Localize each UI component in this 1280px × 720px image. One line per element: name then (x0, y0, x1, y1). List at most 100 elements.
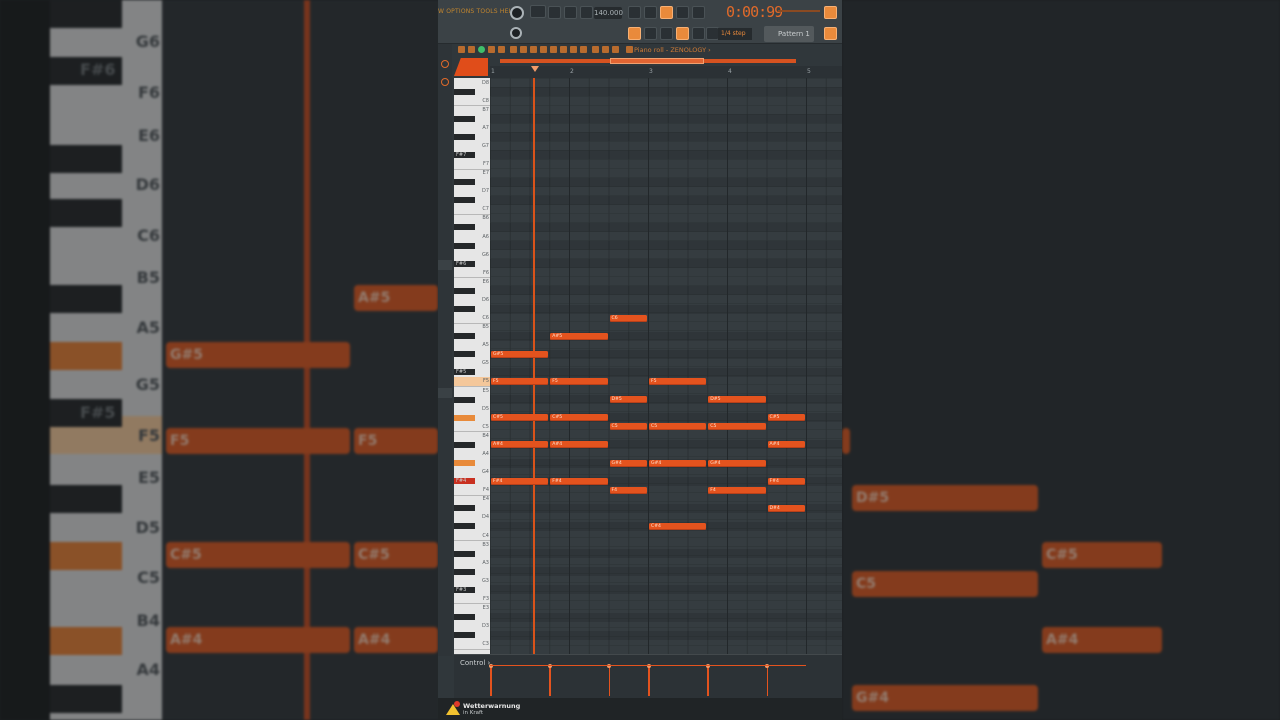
black-key[interactable] (454, 306, 475, 312)
black-key[interactable] (454, 550, 475, 557)
note[interactable]: C#5 (550, 414, 608, 422)
scale-icon[interactable] (612, 46, 619, 53)
note[interactable]: C6 (609, 314, 647, 322)
playlist-icon[interactable] (628, 27, 641, 40)
black-key[interactable] (454, 333, 475, 340)
brush-icon[interactable] (520, 46, 527, 53)
target-channel-corner[interactable] (454, 58, 488, 76)
playhead-marker[interactable] (531, 66, 539, 72)
countdown-icon[interactable] (660, 6, 673, 19)
menu-arrow-icon[interactable] (458, 46, 465, 53)
channel-rack-icon[interactable] (644, 27, 657, 40)
note[interactable]: D#5 (609, 396, 647, 404)
note[interactable]: A#4 (491, 441, 549, 449)
velocity-stem[interactable] (706, 664, 710, 696)
control-label[interactable]: Control › (460, 659, 490, 667)
browser-icon[interactable] (441, 60, 449, 68)
note[interactable]: F#4 (491, 477, 549, 485)
piano-roll-icon[interactable] (660, 27, 673, 40)
delete-icon[interactable] (530, 46, 537, 53)
note[interactable]: C5 (649, 423, 707, 431)
master-volume-knob[interactable] (510, 6, 524, 20)
monitor-icon[interactable] (824, 6, 837, 19)
black-key[interactable] (454, 396, 475, 403)
black-key[interactable] (454, 441, 475, 448)
plugin-picker-icon[interactable] (824, 27, 837, 40)
note[interactable]: F4 (708, 486, 766, 494)
wait-record-icon[interactable] (644, 6, 657, 19)
black-key[interactable] (454, 133, 475, 140)
note[interactable]: C5 (609, 423, 647, 431)
control-lane[interactable]: Control › (454, 654, 842, 698)
piano-keyboard[interactable]: D8 C8 B7 A7 G7 F7 E7 D7 C7 B6 A6 G6 F6 E6 D6 C6 B5 A5 G5 F5… (454, 78, 490, 654)
note[interactable]: G#4 (708, 459, 766, 467)
search-icon[interactable] (441, 78, 449, 86)
playback-icon[interactable] (580, 46, 587, 53)
master-pitch-knob[interactable] (510, 27, 522, 39)
piano-roll-title[interactable]: Piano roll - ZENOLOGY › (634, 46, 711, 54)
note[interactable]: F5 (550, 377, 608, 385)
velocity-stem[interactable] (488, 664, 492, 696)
slice-icon[interactable] (550, 46, 557, 53)
note[interactable]: A#4 (550, 441, 608, 449)
black-key[interactable] (454, 414, 475, 421)
menu-bar[interactable]: W OPTIONS TOOLS HELP (438, 8, 516, 15)
velocity-stem[interactable] (607, 664, 611, 696)
note[interactable]: D#5 (708, 396, 766, 404)
note[interactable]: C#5 (767, 414, 805, 422)
note[interactable]: A#4 (767, 441, 805, 449)
pattern-overview[interactable] (490, 56, 842, 66)
notification-subtitle[interactable]: in Kraft (463, 710, 483, 716)
select-icon[interactable] (560, 46, 567, 53)
magnet-icon[interactable] (478, 46, 485, 53)
black-key[interactable] (454, 632, 475, 639)
black-key[interactable] (454, 88, 475, 95)
notification-title[interactable]: Wetterwarnung (463, 702, 520, 710)
metronome-icon[interactable] (628, 6, 641, 19)
note[interactable]: F5 (649, 377, 707, 385)
note[interactable]: C#5 (491, 414, 549, 422)
black-key[interactable] (454, 568, 475, 575)
note[interactable]: A#5 (550, 332, 608, 340)
note[interactable]: F#4 (767, 477, 805, 485)
pattern-song-toggle[interactable] (530, 5, 546, 18)
stop-button[interactable] (564, 6, 577, 19)
tempo-display[interactable]: 140.000 (594, 7, 623, 19)
note[interactable]: G#4 (649, 459, 707, 467)
zoom-icon[interactable] (570, 46, 577, 53)
note[interactable]: F4 (609, 486, 647, 494)
black-key[interactable] (454, 351, 475, 358)
black-key[interactable] (454, 460, 475, 467)
note[interactable]: F#4 (550, 477, 608, 485)
overview-viewport[interactable] (610, 58, 704, 64)
mute-icon[interactable] (540, 46, 547, 53)
record-button[interactable] (580, 6, 593, 19)
black-key[interactable] (454, 197, 475, 204)
black-key[interactable] (454, 505, 475, 512)
note[interactable]: F5 (491, 377, 549, 385)
timeline-ruler[interactable]: 1 2 3 4 5 (490, 66, 842, 78)
note[interactable]: D#4 (767, 504, 805, 512)
note-grid[interactable]: C6 A#5 G#5 F5 F5 F5 D#5 D#5 C#5 C#5 C5 C5 C5 C#5 A#4 A#… (490, 78, 842, 654)
pattern-selector[interactable]: Pattern 1 (764, 26, 814, 42)
velocity-stem[interactable] (646, 664, 650, 696)
black-key[interactable] (454, 179, 475, 186)
note[interactable]: G#4 (609, 459, 647, 467)
velocity-stem[interactable] (548, 664, 552, 696)
note[interactable]: C#4 (649, 522, 707, 530)
stamp-icon[interactable] (488, 46, 495, 53)
camera-icon[interactable] (592, 46, 599, 53)
pause-button[interactable] (548, 6, 561, 19)
black-key[interactable] (454, 614, 475, 621)
velocity-stem[interactable] (765, 664, 769, 696)
snap-selector[interactable]: 1/4 step (718, 28, 752, 40)
black-key[interactable] (454, 224, 475, 231)
chord-icon[interactable] (602, 46, 609, 53)
black-key[interactable] (454, 242, 475, 249)
pencil-icon[interactable] (510, 46, 517, 53)
note[interactable]: C5 (708, 423, 766, 431)
instrument-icon[interactable] (626, 46, 633, 53)
note[interactable]: G#5 (491, 350, 549, 358)
wrench-icon[interactable] (468, 46, 475, 53)
black-key[interactable] (454, 523, 475, 530)
